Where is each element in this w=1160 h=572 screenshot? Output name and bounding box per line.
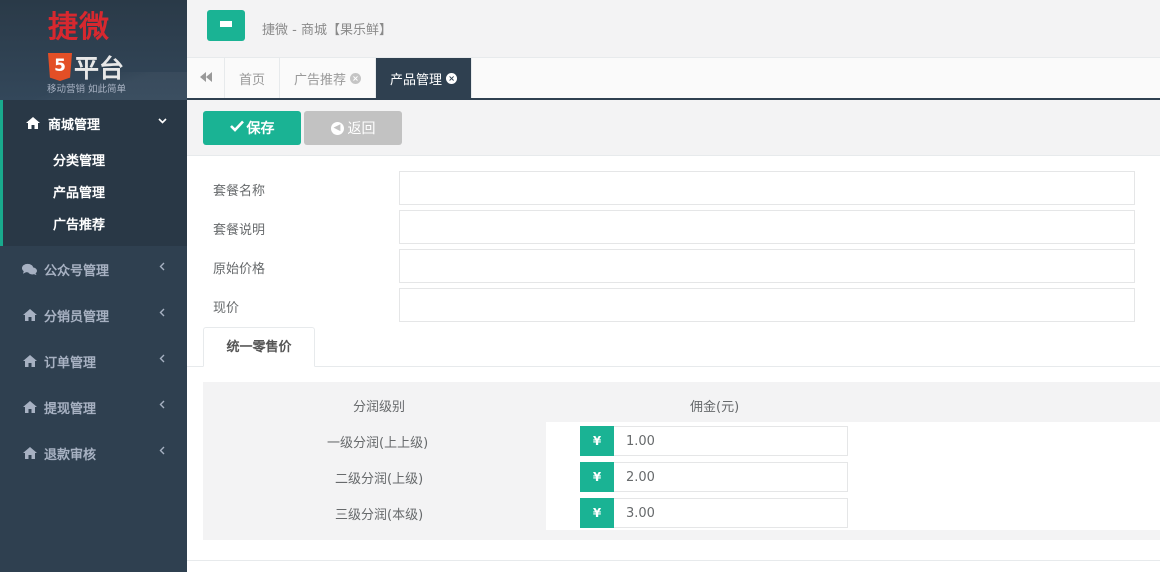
home-icon <box>22 309 37 321</box>
backward-icon <box>199 71 212 86</box>
tab-bar: 首页 广告推荐 × 产品管理 × <box>187 58 1160 100</box>
sidebar-item-mall[interactable]: 商城管理 <box>3 100 187 146</box>
package-desc-input[interactable] <box>399 210 1135 244</box>
tab-home[interactable]: 首页 <box>225 58 281 98</box>
sidebar-item-label: 退款审核 <box>44 447 97 463</box>
current-price-label: 现价 <box>213 301 240 316</box>
sidebar: 捷微 5 平台 移动营销 如此简单 商城管理 分类管理 产品管理 广告推荐 公众… <box>0 0 187 572</box>
html5-shield-icon: 5 <box>48 53 72 81</box>
arrow-circle-left-icon: ◀ <box>330 121 344 135</box>
commission-level-3-input[interactable] <box>614 498 848 528</box>
sidebar-item-label: 订单管理 <box>44 355 97 371</box>
commission-level-3-label: 三级分润(本级) <box>335 508 424 523</box>
subtab-divider <box>187 366 1160 367</box>
tab-unified-retail-price[interactable]: 统一零售价 <box>203 327 315 367</box>
top-bar: 捷微 - 商城【果乐鲜】 <box>187 0 1160 58</box>
form-row-original-price: 原始价格 <box>187 249 1160 283</box>
check-icon <box>229 120 244 136</box>
home-icon <box>22 447 37 459</box>
commission-table: 分润级别 佣金(元) 一级分润(上上级) ¥ 二级分润(上级) ¥ 三级分润(本… <box>203 382 1160 540</box>
close-icon[interactable]: × <box>350 72 362 84</box>
sidebar-subitem-product[interactable]: 产品管理 <box>3 178 187 210</box>
chevron-left-icon <box>158 352 167 366</box>
package-name-label: 套餐名称 <box>213 184 266 199</box>
tab-scroll-left-button[interactable] <box>187 58 225 98</box>
commission-level-1-label: 一级分润(上上级) <box>327 436 429 451</box>
commission-level-2-label: 二级分润(上级) <box>335 472 424 487</box>
home-icon <box>22 401 37 413</box>
chevron-left-icon <box>158 260 167 274</box>
sidebar-item-orders[interactable]: 订单管理 <box>0 338 187 384</box>
chevron-left-icon <box>158 306 167 320</box>
hamburger-icon <box>220 20 232 31</box>
commission-level-1-field: ¥ <box>580 426 848 456</box>
action-toolbar: 保存 ◀ 返回 <box>187 100 1160 156</box>
current-price-input[interactable] <box>399 288 1135 322</box>
commission-level-header: 分润级别 <box>353 400 406 415</box>
form-row-name: 套餐名称 <box>187 171 1160 205</box>
logo-title: 捷微 <box>48 10 110 45</box>
commission-amount-header: 佣金(元) <box>690 400 740 415</box>
form-bottom-divider <box>187 560 1160 561</box>
home-icon <box>26 117 41 129</box>
yen-icon: ¥ <box>580 462 614 492</box>
sidebar-subitem-ads[interactable]: 广告推荐 <box>3 210 187 242</box>
menu-toggle-button[interactable] <box>207 10 245 41</box>
sidebar-group-mall: 商城管理 分类管理 产品管理 广告推荐 <box>0 100 187 246</box>
sidebar-item-label: 分销员管理 <box>44 309 110 325</box>
back-button[interactable]: ◀ 返回 <box>304 111 402 145</box>
sidebar-item-withdraw[interactable]: 提现管理 <box>0 384 187 430</box>
yen-icon: ¥ <box>580 498 614 528</box>
original-price-label: 原始价格 <box>213 262 266 277</box>
sidebar-item-distributor[interactable]: 分销员管理 <box>0 292 187 338</box>
form-row-desc: 套餐说明 <box>187 210 1160 244</box>
tab-ads[interactable]: 广告推荐 × <box>280 58 377 98</box>
page-title: 捷微 - 商城【果乐鲜】 <box>262 23 392 38</box>
chevron-left-icon <box>158 444 167 458</box>
commission-level-2-input[interactable] <box>614 462 848 492</box>
yen-icon: ¥ <box>580 426 614 456</box>
sidebar-item-label: 提现管理 <box>44 401 97 417</box>
chevron-down-icon <box>158 114 167 128</box>
commission-level-1-input[interactable] <box>614 426 848 456</box>
close-icon[interactable]: × <box>446 72 458 84</box>
sidebar-item-label: 商城管理 <box>48 117 101 133</box>
commission-level-3-field: ¥ <box>580 498 848 528</box>
home-icon <box>22 355 37 367</box>
chevron-left-icon <box>158 398 167 412</box>
sidebar-item-label: 公众号管理 <box>44 263 110 279</box>
form-row-current-price: 现价 <box>187 288 1160 322</box>
logo: 捷微 5 平台 移动营销 如此简单 <box>0 0 187 100</box>
comments-icon <box>22 263 37 276</box>
sidebar-nav: 商城管理 分类管理 产品管理 广告推荐 公众号管理 分销员管理 订单管理 提现管… <box>0 100 187 476</box>
sidebar-item-wechat[interactable]: 公众号管理 <box>0 246 187 292</box>
commission-level-2-field: ¥ <box>580 462 848 492</box>
package-desc-label: 套餐说明 <box>213 223 266 238</box>
sidebar-subitem-category[interactable]: 分类管理 <box>3 146 187 178</box>
save-button[interactable]: 保存 <box>203 111 301 145</box>
tab-product[interactable]: 产品管理 × <box>376 58 473 98</box>
logo-platform: 平台 <box>74 54 125 83</box>
package-name-input[interactable] <box>399 171 1135 205</box>
sidebar-item-refund[interactable]: 退款审核 <box>0 430 187 476</box>
product-form: 套餐名称 套餐说明 原始价格 现价 统一零售价 分润级别 佣金(元) 一级分润(… <box>187 156 1160 572</box>
logo-slogan: 移动营销 如此简单 <box>47 84 127 95</box>
original-price-input[interactable] <box>399 249 1135 283</box>
